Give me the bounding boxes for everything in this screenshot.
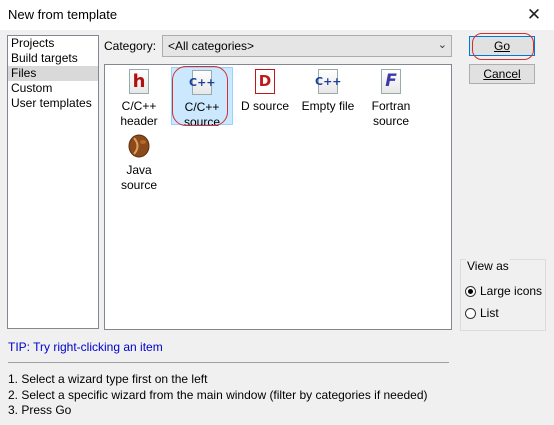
view-as-legend: View as	[466, 259, 510, 273]
chevron-down-icon: ⌄	[437, 39, 447, 51]
sidebar-item-user-templates[interactable]: User templates	[8, 96, 98, 111]
instruction-line: 3. Press Go	[8, 403, 72, 417]
empty-file-icon: C++	[315, 69, 342, 95]
template-java-source[interactable]: Java source	[108, 133, 170, 193]
category-label: Category:	[104, 39, 157, 53]
fortran-source-icon: F	[378, 69, 404, 95]
divider	[8, 362, 449, 363]
highlight-annotation	[472, 33, 534, 60]
sidebar-item-build-targets[interactable]: Build targets	[8, 51, 98, 66]
window-title: New from template	[8, 7, 118, 22]
sidebar-item-projects[interactable]: Projects	[8, 36, 98, 51]
tip-text: TIP: Try right-clicking an item	[8, 340, 163, 354]
template-label: C/C++ header	[120, 99, 158, 128]
template-cpp-header[interactable]: h C/C++ header	[108, 69, 170, 129]
instruction-line: 1. Select a wizard type first on the lef…	[8, 372, 208, 386]
java-source-icon	[126, 133, 152, 159]
view-large-icons-option[interactable]: Large icons	[465, 284, 542, 300]
title-bar: New from template ✕	[0, 0, 554, 30]
instruction-line: 2. Select a specific wizard from the mai…	[8, 388, 428, 402]
view-list-option[interactable]: List	[465, 306, 499, 322]
category-dropdown[interactable]: <All categories> ⌄	[162, 35, 452, 57]
template-grid: h C/C++ header C++ C/C++ source D D sour…	[104, 64, 452, 330]
close-icon[interactable]: ✕	[522, 3, 546, 27]
category-value: <All categories>	[168, 39, 255, 53]
template-label: Empty file	[301, 99, 355, 113]
radio-checked-icon[interactable]	[465, 286, 476, 298]
template-fortran-source[interactable]: F Fortran source	[360, 69, 422, 129]
template-label: Fortran source	[371, 99, 411, 128]
wizard-type-list[interactable]: Projects Build targets Files Custom User…	[7, 35, 99, 329]
cpp-header-icon: h	[126, 69, 152, 95]
cancel-button[interactable]: Cancel	[469, 64, 535, 84]
template-label: Java source	[120, 163, 158, 192]
template-empty-file[interactable]: C++ Empty file	[297, 69, 359, 114]
highlight-annotation	[172, 66, 228, 126]
d-source-icon: D	[252, 69, 278, 95]
sidebar-item-custom[interactable]: Custom	[8, 81, 98, 96]
radio-unchecked-icon[interactable]	[465, 308, 476, 320]
sidebar-item-files[interactable]: Files	[8, 66, 98, 81]
template-d-source[interactable]: D D source	[234, 69, 296, 114]
template-label: D source	[240, 99, 290, 113]
view-as-group: View as Large icons List	[460, 259, 546, 331]
